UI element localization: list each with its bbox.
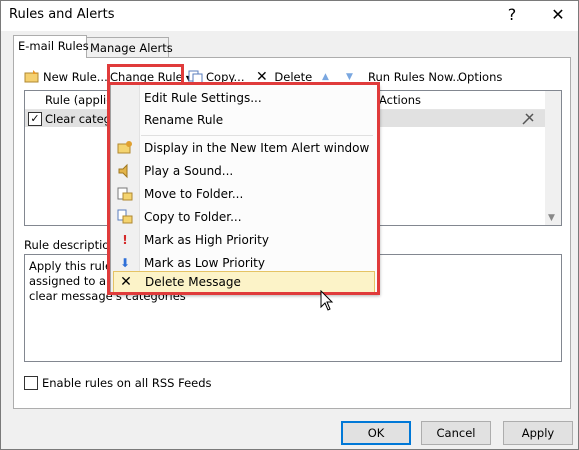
move-folder-icon — [117, 186, 133, 202]
rss-rules-checkbox[interactable] — [24, 376, 38, 390]
menu-item-label: Display in the New Item Alert window — [144, 141, 370, 155]
menu-item-label: Play a Sound... — [144, 164, 234, 178]
menu-item-mark-high-priority[interactable]: ! Mark as High Priority — [113, 229, 375, 251]
menu-item-move-to-folder[interactable]: Move to Folder... — [113, 183, 375, 205]
description-line: assigned to any — [29, 274, 121, 288]
menu-item-display-new-item-alert[interactable]: Display in the New Item Alert window — [113, 137, 375, 159]
menu-item-copy-to-folder[interactable]: Copy to Folder... — [113, 206, 375, 228]
menu-item-rename-rule[interactable]: Rename Rule — [113, 109, 375, 131]
new-item-alert-icon — [117, 140, 133, 156]
menu-item-delete-message[interactable]: ✕ Delete Message — [113, 271, 375, 293]
change-rule-label: Change Rule — [110, 70, 183, 84]
menu-item-label: Rename Rule — [144, 113, 224, 127]
high-priority-icon: ! — [122, 233, 128, 247]
rule-actions-icon — [522, 113, 534, 125]
rules-list-scrollbar[interactable]: ▼ — [545, 91, 561, 225]
new-rule-icon — [24, 70, 39, 83]
menu-item-label: Move to Folder... — [144, 187, 244, 201]
cancel-button[interactable]: Cancel — [421, 421, 491, 445]
tab-email-rules[interactable]: E-mail Rules — [13, 35, 89, 58]
tab-manage-alerts[interactable]: Manage Alerts — [85, 37, 173, 58]
menu-item-edit-rule-settings[interactable]: Edit Rule Settings... — [113, 87, 375, 109]
scroll-down-icon[interactable]: ▼ — [548, 213, 555, 223]
menu-item-label: Delete Message — [145, 275, 241, 289]
delete-x-icon: ✕ — [120, 274, 132, 290]
close-button[interactable]: ✕ — [543, 4, 573, 26]
rule-enabled-checkbox[interactable]: ✓ — [28, 112, 42, 126]
menu-separator — [141, 135, 373, 136]
menu-item-label: Edit Rule Settings... — [144, 91, 262, 105]
new-rule-label: New Rule... — [43, 70, 108, 84]
menu-item-label: Copy to Folder... — [144, 210, 242, 224]
ok-button[interactable]: OK — [341, 421, 411, 445]
run-rules-now-button[interactable]: Run Rules Now... — [368, 68, 463, 86]
speaker-icon — [117, 163, 133, 179]
low-priority-icon: ⬇ — [119, 256, 131, 270]
mouse-cursor-icon — [320, 290, 334, 311]
change-rule-menu: Edit Rule Settings... Rename Rule Displa… — [110, 84, 378, 294]
help-button[interactable]: ? — [497, 4, 527, 26]
title-bar: Rules and Alerts ? ✕ — [1, 1, 578, 31]
menu-item-label: Mark as High Priority — [144, 233, 269, 247]
rss-rules-label[interactable]: Enable rules on all RSS Feeds — [42, 376, 212, 390]
menu-item-label: Mark as Low Priority — [144, 256, 265, 270]
window-title: Rules and Alerts — [9, 7, 115, 22]
options-button[interactable]: Options — [458, 68, 502, 86]
column-actions[interactable]: Actions — [379, 93, 421, 107]
delete-x-icon: ✕ — [256, 69, 268, 85]
delete-label: Delete — [274, 70, 313, 84]
copy-folder-icon — [117, 209, 133, 225]
apply-button[interactable]: Apply — [503, 421, 573, 445]
menu-item-play-sound[interactable]: Play a Sound... — [113, 160, 375, 182]
copy-icon — [188, 70, 203, 84]
